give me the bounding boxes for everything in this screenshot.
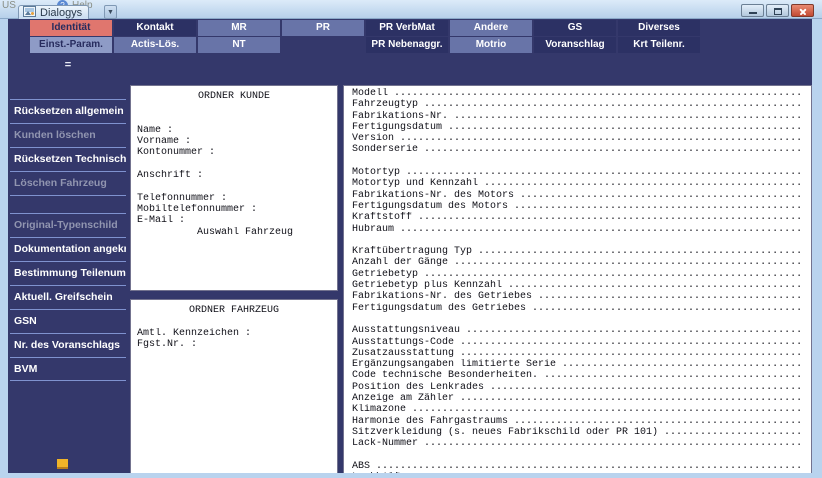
field-line: Telefonnummer : — [137, 193, 337, 204]
detail-line: Harmonie des Fahrgastraums .............… — [352, 416, 811, 427]
customer-fields: Name :Vorname :Kontonummer : Anschrift :… — [137, 102, 337, 238]
detail-line: Motortyp und Kennzahl ..................… — [352, 178, 811, 189]
close-button[interactable] — [791, 4, 814, 17]
sidebar-item-bvm[interactable]: BVM — [10, 357, 126, 381]
titlebar: US ? Help Dialogys ▼ — [0, 0, 822, 19]
detail-line: ABS ....................................… — [352, 461, 811, 472]
field-line: Name : — [137, 125, 337, 136]
sidebar-menu: Rücksetzen allgemeinKunden löschenRückse… — [10, 99, 126, 381]
field-line: Fgst.Nr. : — [137, 339, 337, 350]
detail-line — [352, 314, 811, 325]
detail-line: Kraftübertragung Typ ...................… — [352, 246, 811, 257]
detail-line: Sitzverkleidung (s. neues Fabrikschild o… — [352, 427, 811, 438]
maximize-button[interactable] — [766, 4, 789, 17]
field-line: Auswahl Fahrzeug — [137, 227, 337, 238]
vehicle-panel-title: ORDNER FAHRZEUG — [131, 305, 337, 316]
detail-line: Getriebetyp plus Kennzahl ..............… — [352, 280, 811, 291]
sidebar-item-ruecksetzen-allgemein[interactable]: Rücksetzen allgemein — [10, 99, 126, 123]
detail-line: Position des Lenkrades .................… — [352, 382, 811, 393]
tab-krt-teilenr[interactable]: Krt Teilenr. — [618, 37, 700, 53]
sidebar-item-bestimmung-teilenum[interactable]: Bestimmung Teilenum... — [10, 261, 126, 285]
window-title: Dialogys — [40, 7, 82, 19]
detail-line: Anzahl der Gänge .......................… — [352, 257, 811, 268]
tab-andere[interactable]: Andere — [450, 20, 532, 36]
detail-line: Kraftstoff .............................… — [352, 212, 811, 223]
detail-line: Motortyp ...............................… — [352, 167, 811, 178]
detail-line: Fertigungsdatum ........................… — [352, 122, 811, 133]
sidebar: = Rücksetzen allgemeinKunden löschenRück… — [8, 19, 128, 473]
detail-line: Fertigungsdatum des Getriebes ..........… — [352, 303, 811, 314]
detail-line: Fabrikations-Nr. des Getriebes .........… — [352, 291, 811, 302]
customer-folder-panel: ORDNER KUNDE Name :Vorname :Kontonummer … — [130, 85, 338, 291]
field-line: Vorname : — [137, 136, 337, 147]
tab-pr-verbmat[interactable]: PR VerbMat — [366, 20, 448, 36]
detail-line: Code technische Besonderheiten. ........… — [352, 370, 811, 381]
background-window-text: US — [2, 0, 16, 11]
field-line — [137, 114, 337, 125]
detail-line: Fahrzeugtyp ............................… — [352, 99, 811, 110]
detail-line: Modell .................................… — [352, 88, 811, 99]
field-line: Amtl. Kennzeichen : — [137, 328, 337, 339]
sidebar-item-dokumentation-angekre[interactable]: Dokumentation angekre... — [10, 237, 126, 261]
field-line: Kontonummer : — [137, 147, 337, 158]
tab-mr[interactable]: MR — [198, 20, 280, 36]
tab-pr-nebenaggr[interactable]: PR Nebenaggr. — [366, 37, 448, 53]
sidebar-item-kunden-loeschen: Kunden löschen — [10, 123, 126, 147]
minimize-button[interactable] — [741, 4, 764, 17]
sidebar-item-nr-des-voranschlags[interactable]: Nr. des Voranschlags — [10, 333, 126, 357]
sidebar-item-aktuell-greifschein[interactable]: Aktuell. Greifschein — [10, 285, 126, 309]
detail-line: Hubraum ................................… — [352, 224, 811, 235]
detail-line — [352, 450, 811, 461]
tab-diverses[interactable]: Diverses — [618, 20, 700, 36]
tab-row-2: Einst.-Param.Actis-Lös.NTPR Nebenaggr.Mo… — [30, 37, 700, 53]
app-title-tab: Dialogys — [18, 5, 89, 20]
vehicle-folder-panel: ORDNER FAHRZEUG Amtl. Kennzeichen :Fgst.… — [130, 299, 338, 473]
detail-line: Ergänzungsangaben limitierte Serie .....… — [352, 359, 811, 370]
vehicle-fields: Amtl. Kennzeichen :Fgst.Nr. : — [137, 316, 337, 350]
detail-line: Lack-Nummer ............................… — [352, 438, 811, 449]
detail-line: Fertigungsdatum des Motors .............… — [352, 201, 811, 212]
detail-line: Getriebetyp ............................… — [352, 269, 811, 280]
detail-line: Klimazone ..............................… — [352, 404, 811, 415]
detail-line — [352, 156, 811, 167]
detail-line: Lenkhilfe ..............................… — [352, 472, 811, 473]
sidebar-collapse-handle[interactable]: = — [8, 59, 128, 71]
detail-line: Zusatzausstattung ......................… — [352, 348, 811, 359]
tab-row-1: IdentitätKontaktMRPRPR VerbMatAndereGSDi… — [30, 20, 700, 36]
field-line — [137, 181, 337, 192]
status-indicator — [57, 459, 68, 469]
minimize-icon — [749, 12, 757, 14]
detail-line: Ausstattungsniveau .....................… — [352, 325, 811, 336]
field-line: Anschrift : — [137, 170, 337, 181]
detail-line: Sonderserie ............................… — [352, 144, 811, 155]
field-line — [137, 159, 337, 170]
title-dropdown-button[interactable]: ▼ — [104, 5, 117, 19]
customer-panel-title: ORDNER KUNDE — [131, 91, 337, 102]
sidebar-item-gsn[interactable]: GSN — [10, 309, 126, 333]
field-line — [137, 316, 337, 327]
tab-voranschlag[interactable]: Voranschlag — [534, 37, 616, 53]
detail-line — [352, 235, 811, 246]
field-line: Mobiltelefonnummer : — [137, 204, 337, 215]
maximize-icon — [774, 8, 782, 15]
detail-line: Fabrikations-Nr. des Motors ............… — [352, 190, 811, 201]
tab-gs[interactable]: GS — [534, 20, 616, 36]
sidebar-item-original-typenschild: Original-Typenschild — [10, 213, 126, 237]
field-line — [137, 102, 337, 113]
vehicle-details-panel: Modell .................................… — [343, 85, 812, 473]
dialogys-window: US ? Help Dialogys ▼ — [0, 0, 822, 478]
tab-motrio[interactable]: Motrio — [450, 37, 532, 53]
detail-line: Fabrikations-Nr. .......................… — [352, 111, 811, 122]
window-controls — [741, 4, 814, 17]
tab-pr[interactable]: PR — [282, 20, 364, 36]
sidebar-spacer — [10, 195, 126, 213]
detail-line: Version ................................… — [352, 133, 811, 144]
sidebar-item-ruecksetzen-technische[interactable]: Rücksetzen Technische ... — [10, 147, 126, 171]
tab-nt[interactable]: NT — [198, 37, 280, 53]
detail-line: Ausstattungs-Code ......................… — [352, 337, 811, 348]
detail-line: Anzeige am Zähler ......................… — [352, 393, 811, 404]
field-line: E-Mail : — [137, 215, 337, 226]
client-area: IdentitätKontaktMRPRPR VerbMatAndereGSDi… — [8, 19, 812, 473]
sidebar-item-loeschen-fahrzeug: Löschen Fahrzeug — [10, 171, 126, 195]
